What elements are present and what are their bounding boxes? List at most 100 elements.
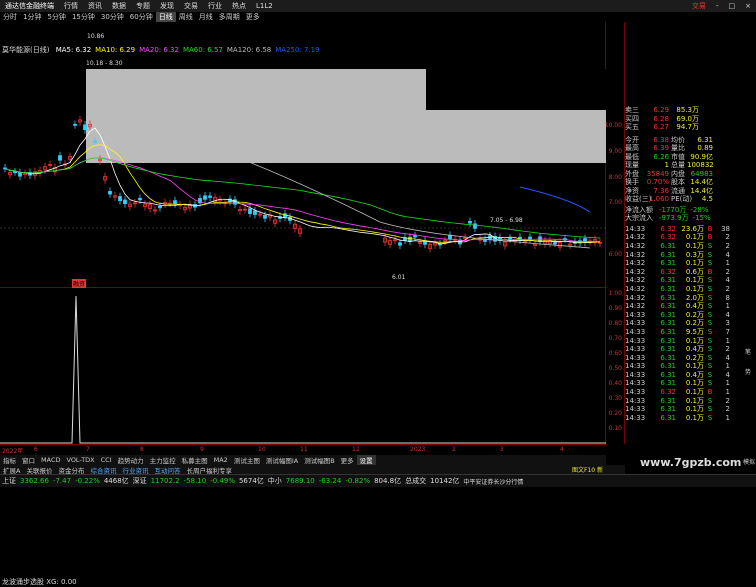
- menu-item-jiaoyi[interactable]: 交易: [179, 1, 203, 11]
- tab-test-main[interactable]: 测试主图: [231, 455, 263, 465]
- pen-button[interactable]: 笔: [745, 347, 751, 356]
- tab-fund-dist[interactable]: 资金分布: [55, 465, 87, 475]
- sim-button[interactable]: 模拟: [743, 457, 755, 466]
- period-fenshi[interactable]: 分时: [0, 12, 20, 22]
- kline-chart[interactable]: 莫华能源(日线) MA5: 6.32 MA10: 6.29 MA20: 6.32 MA…: [0, 22, 606, 288]
- tab-test-b[interactable]: 测试幅图B: [301, 455, 337, 465]
- period-60min[interactable]: 60分钟: [127, 12, 156, 22]
- tab-trend[interactable]: 趋势动力: [115, 455, 147, 465]
- candle-body: [203, 195, 207, 200]
- zx-amount: 804.8亿: [374, 477, 402, 485]
- period-more[interactable]: 更多: [243, 12, 263, 22]
- stat-value: 90.9亿: [690, 152, 713, 161]
- tick-dir: S: [707, 345, 713, 354]
- tab-ma2[interactable]: MA2: [211, 456, 231, 464]
- menu-item-hangye[interactable]: 行业: [203, 1, 227, 11]
- period-daily[interactable]: 日线: [155, 12, 176, 22]
- menu-item-hangqing[interactable]: 行情: [59, 1, 83, 11]
- stat-value: 35849: [646, 169, 669, 178]
- period-weekly[interactable]: 周线: [176, 12, 196, 22]
- tick-time: 14:33: [625, 370, 646, 379]
- tick-count: 4: [725, 353, 730, 362]
- ma-line: [4, 157, 601, 242]
- tick-price: 6.31: [660, 405, 676, 414]
- trade-button[interactable]: 交易: [687, 1, 711, 11]
- candle-body: [408, 236, 412, 242]
- tick-price: 6.32: [660, 233, 676, 242]
- tab-private-main[interactable]: 私募主图: [179, 455, 211, 465]
- f10-link[interactable]: 图文F10 新: [572, 465, 603, 474]
- tick-price: 6.31: [660, 250, 676, 259]
- tick-price: 6.31: [660, 319, 676, 328]
- menu-item-shuju[interactable]: 数据: [107, 1, 131, 11]
- tab-main-monitor[interactable]: 主力监控: [147, 455, 179, 465]
- period-monthly[interactable]: 月线: [196, 12, 216, 22]
- ind-tick: 1.00: [608, 290, 622, 297]
- tick-count: 2: [725, 345, 730, 354]
- period-5min[interactable]: 5分钟: [44, 12, 68, 22]
- sh-label[interactable]: 上证: [0, 476, 18, 486]
- tab-more[interactable]: 更多: [338, 455, 357, 465]
- tick-dir: B: [707, 267, 713, 276]
- tick-time: 14:32: [625, 250, 646, 259]
- candle-body: [138, 197, 142, 201]
- tab-settings[interactable]: 设置: [356, 455, 376, 465]
- tab-indicator[interactable]: 指标: [0, 455, 19, 465]
- menu-item-zixun[interactable]: 资讯: [83, 1, 107, 11]
- tick-time: 14:33: [625, 327, 646, 336]
- tab-cci[interactable]: CCI: [98, 456, 115, 464]
- candle-body: [508, 237, 512, 240]
- trend-button[interactable]: 势: [745, 367, 751, 376]
- indicator-chart[interactable]: 龙波涌步选股 XG: 0.00: [0, 288, 606, 586]
- maximize-button[interactable]: □: [724, 2, 741, 10]
- period-multi[interactable]: 多周期: [216, 12, 243, 22]
- tab-test-a[interactable]: 测试幅图IA: [263, 455, 301, 465]
- tab-extend-a[interactable]: 扩展A: [0, 465, 23, 475]
- tab-vol[interactable]: VOL-TDX: [63, 456, 97, 464]
- stat-value: 0.70%: [646, 178, 669, 187]
- stat-value: 6.26: [653, 152, 669, 161]
- close-button[interactable]: ×: [740, 2, 756, 10]
- tab-related-quote[interactable]: 关联报价: [23, 465, 55, 475]
- tick-dir: S: [707, 336, 713, 345]
- zx-label[interactable]: 中小: [266, 476, 284, 486]
- orderbook: 卖三 6.29 85.3万 买四 6.28 69.0万 买五 6.27 94.7万: [625, 106, 743, 132]
- tab-window[interactable]: 窗口: [19, 455, 38, 465]
- minimize-button[interactable]: -: [711, 2, 724, 10]
- tick-price: 6.31: [660, 259, 676, 268]
- tick-dir: S: [707, 310, 713, 319]
- news-ticker[interactable]: 中平安证券长沙分行情: [461, 477, 525, 486]
- tick-count: 2: [725, 233, 730, 242]
- tick-time: 14:33: [625, 396, 646, 405]
- info-tabs: 扩展A 关联报价 资金分布 综合资讯 行业资讯 互动问答 长周户福利专享: [0, 465, 625, 475]
- date-tick: 2: [452, 446, 456, 453]
- tick-price: 6.31: [660, 336, 676, 345]
- tick-dir: B: [707, 233, 713, 242]
- period-15min[interactable]: 15分钟: [69, 12, 98, 22]
- ind-tick: 0.20: [608, 410, 622, 417]
- tab-news[interactable]: 综合资讯: [87, 465, 119, 475]
- date-tick: 9: [200, 446, 204, 453]
- ma-label: MA5: 6.32: [55, 46, 92, 54]
- menu-item-l1l2[interactable]: L1L2: [251, 2, 278, 10]
- ma250-line: [519, 186, 591, 213]
- period-1min[interactable]: 1分钟: [20, 12, 44, 22]
- ind-tick: 0.90: [608, 305, 622, 312]
- app-logo: 通达信金融终端: [5, 2, 54, 10]
- indicator-svg[interactable]: [0, 288, 606, 444]
- tab-qa[interactable]: 互动问答: [151, 465, 183, 475]
- tab-welfare[interactable]: 长周户福利专享: [183, 465, 235, 475]
- sz-label[interactable]: 深证: [131, 476, 149, 486]
- candle-body: [93, 140, 97, 143]
- menu-item-zhuanti[interactable]: 专题: [131, 1, 155, 11]
- tab-macd[interactable]: MACD: [38, 456, 63, 464]
- menu-item-redian[interactable]: 热点: [227, 1, 251, 11]
- tick-price: 6.31: [660, 370, 676, 379]
- quote-label: 买五: [625, 123, 639, 132]
- tick-time: 14:33: [625, 405, 646, 414]
- menu-item-faxian[interactable]: 发现: [155, 1, 179, 11]
- tick-dir: B: [707, 388, 713, 397]
- tab-industry-news[interactable]: 行业资讯: [119, 465, 151, 475]
- period-30min[interactable]: 30分钟: [98, 12, 127, 22]
- tick-count: 1: [725, 379, 730, 388]
